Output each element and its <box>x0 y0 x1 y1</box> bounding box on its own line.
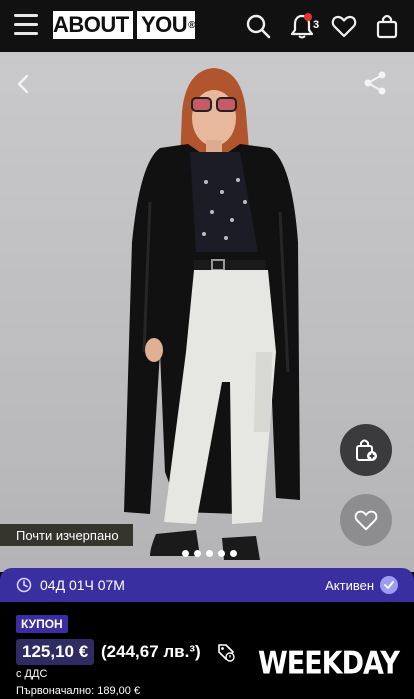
menu-icon[interactable] <box>14 14 38 36</box>
logo-text-right: YOU <box>140 12 188 37</box>
heart-icon[interactable] <box>330 12 358 40</box>
coupon-status[interactable]: Активен <box>325 576 398 594</box>
model-photo <box>124 68 300 560</box>
brand-logo[interactable]: WEEKDAY <box>258 646 400 682</box>
countdown-time: 04Д 01Ч 07М <box>40 577 125 593</box>
notification-dot <box>304 13 312 21</box>
gallery-dot[interactable] <box>182 550 189 557</box>
about-you-logo[interactable]: ABOUT YOU ® <box>53 11 195 39</box>
coupon-status-label: Активен <box>325 577 374 593</box>
gallery-pagination[interactable] <box>182 550 237 557</box>
coupon-tag: КУПОН <box>16 615 68 633</box>
wishlist-button[interactable] <box>340 494 392 546</box>
gallery-dot[interactable] <box>230 550 237 557</box>
add-to-bag-button[interactable] <box>340 424 392 476</box>
notification-count: 3 <box>313 19 320 31</box>
gallery-dot[interactable] <box>218 550 225 557</box>
stock-badge: Почти изчерпано <box>0 524 133 546</box>
product-image[interactable]: Почти изчерпано <box>0 52 414 572</box>
share-icon[interactable] <box>362 70 388 96</box>
product-info: КУПОН 125,10 € (244,67 лв.³) с ДДС Първо… <box>0 602 414 699</box>
shopping-bag-icon[interactable] <box>373 12 401 40</box>
clock-icon <box>16 577 32 593</box>
search-icon[interactable] <box>244 12 272 40</box>
add-to-bag-icon <box>356 439 377 461</box>
vat-note: с ДДС <box>16 668 48 680</box>
coupon-timer-bar: 04Д 01Ч 07М Активен <box>0 568 414 602</box>
chevron-left-icon[interactable] <box>14 72 34 96</box>
sale-price: 125,10 € <box>16 639 95 665</box>
price-tag-icon[interactable] <box>216 642 236 662</box>
heart-icon <box>354 510 378 531</box>
check-icon <box>380 576 398 594</box>
top-bar: ABOUT YOU ® 3 <box>0 0 414 52</box>
original-price: Първоначално: 189,00 € <box>16 685 141 697</box>
logo-text-left: ABOUT <box>53 12 129 37</box>
price-bgn: (244,67 лв.³) <box>101 642 201 661</box>
logo-registered-mark: ® <box>188 19 195 31</box>
gallery-dot[interactable] <box>194 550 201 557</box>
gallery-dot[interactable] <box>206 550 213 557</box>
